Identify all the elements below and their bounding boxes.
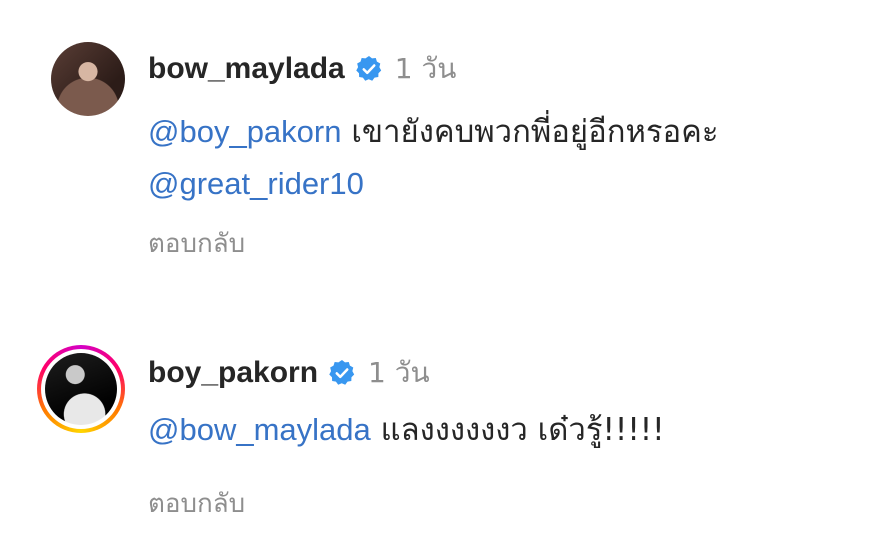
username[interactable]: boy_pakorn: [148, 356, 318, 390]
avatar[interactable]: [51, 42, 125, 116]
story-ring: [37, 345, 125, 433]
comment-header: bow_maylada 1 วัน: [148, 49, 456, 89]
comment-message: เขายังคบพวกพี่อยู่อีกหรอคะ: [341, 114, 719, 150]
comment-message: แลงงงงงงว เด๋วรู้!!!!!: [370, 412, 665, 448]
timestamp: 1 วัน: [368, 356, 430, 389]
verified-badge-icon: [356, 56, 381, 81]
avatar[interactable]: [37, 345, 125, 433]
reply-button[interactable]: ตอบกลับ: [148, 483, 245, 524]
comment-header: boy_pakorn 1 วัน: [148, 353, 430, 393]
mention-link[interactable]: @great_rider10: [148, 166, 364, 201]
comment-text: @boy_pakorn เขายังคบพวกพี่อยู่อีกหรอคะ @…: [148, 106, 868, 210]
mention-link[interactable]: @boy_pakorn: [148, 114, 341, 149]
mention-link[interactable]: @bow_maylada: [148, 412, 371, 447]
timestamp: 1 วัน: [394, 52, 457, 85]
profile-photo-icon: [51, 42, 125, 116]
reply-button[interactable]: ตอบกลับ: [148, 223, 245, 264]
verified-badge-icon: [329, 360, 355, 385]
profile-photo-icon: [45, 353, 117, 425]
username[interactable]: bow_maylada: [148, 52, 345, 86]
comment-text: @bow_maylada แลงงงงงงว เด๋วรู้!!!!!: [148, 404, 868, 456]
